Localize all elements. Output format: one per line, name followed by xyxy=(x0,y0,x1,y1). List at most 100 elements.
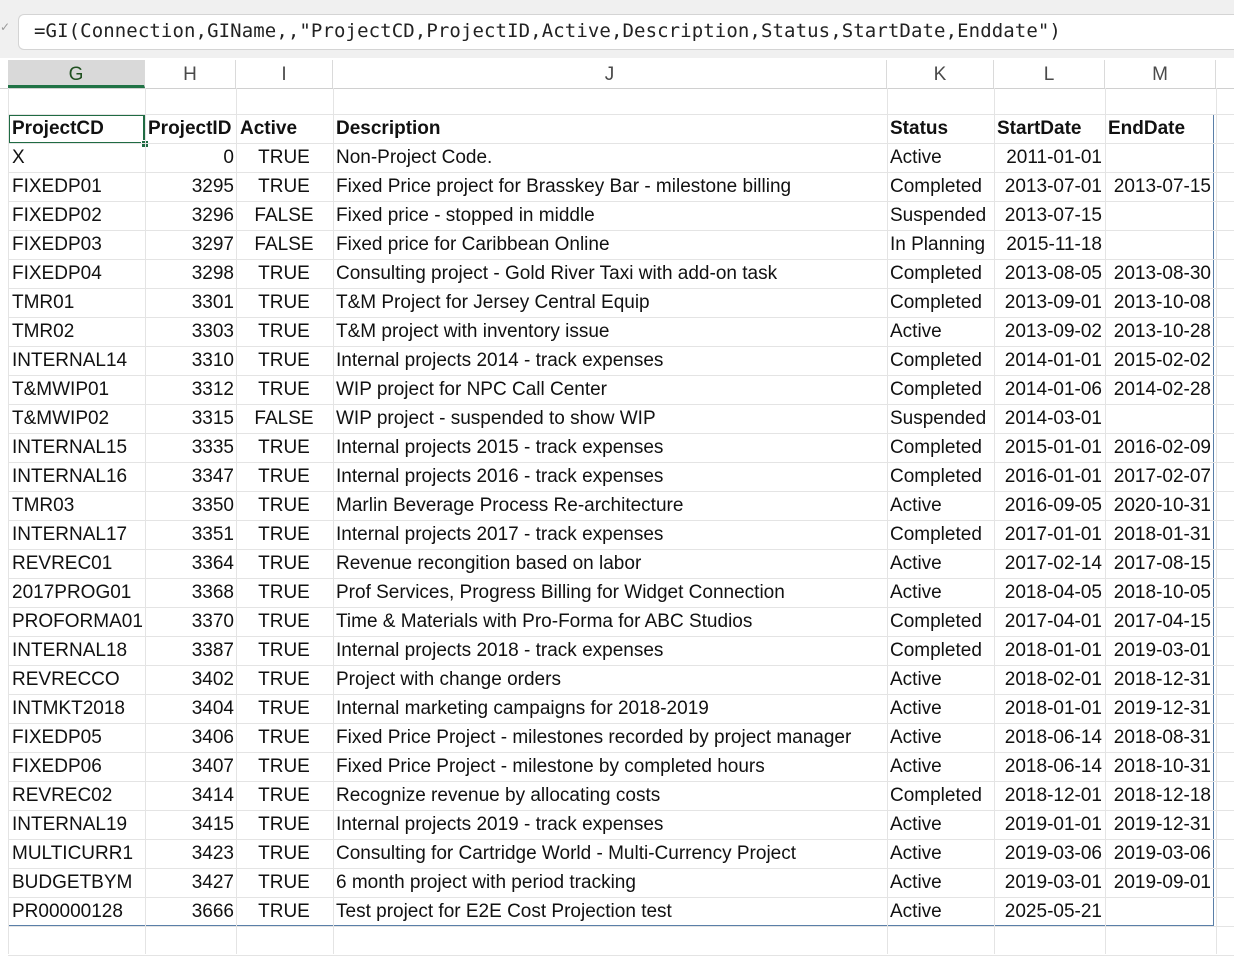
cell-projectid[interactable]: 3415 xyxy=(145,810,234,839)
cell-description[interactable]: Internal projects 2017 - track expenses xyxy=(336,520,886,549)
cell-active[interactable]: FALSE xyxy=(236,201,332,230)
cell-projectid[interactable]: 3402 xyxy=(145,665,234,694)
cell-active[interactable]: TRUE xyxy=(236,375,332,404)
cell-projectcd[interactable]: INTERNAL18 xyxy=(12,636,144,665)
cell-projectcd[interactable]: INTMKT2018 xyxy=(12,694,144,723)
cell-description[interactable]: Revenue recongition based on labor xyxy=(336,549,886,578)
cell-enddate[interactable]: 2017-04-15 xyxy=(1105,607,1213,636)
cell-description[interactable]: Recognize revenue by allocating costs xyxy=(336,781,886,810)
cell-status[interactable]: Suspended xyxy=(890,201,993,230)
cell-description[interactable]: Fixed price - stopped in middle xyxy=(336,201,886,230)
cell-status[interactable]: Suspended xyxy=(890,404,993,433)
cell-startdate[interactable]: 2018-02-01 xyxy=(994,665,1104,694)
cell-startdate[interactable]: 2015-11-18 xyxy=(994,230,1104,259)
cell-startdate[interactable]: 2025-05-21 xyxy=(994,897,1104,926)
cell-active[interactable]: TRUE xyxy=(236,752,332,781)
cell-enddate[interactable]: 2014-02-28 xyxy=(1105,375,1213,404)
cell-status[interactable]: In Planning xyxy=(890,230,993,259)
cell-status[interactable]: Active xyxy=(890,665,993,694)
cell-startdate[interactable]: 2018-01-01 xyxy=(994,694,1104,723)
cell-description[interactable]: Fixed Price Project - milestone by compl… xyxy=(336,752,886,781)
cell-startdate[interactable]: 2013-07-15 xyxy=(994,201,1104,230)
cell-projectid[interactable]: 3351 xyxy=(145,520,234,549)
cell-enddate[interactable]: 2013-08-30 xyxy=(1105,259,1213,288)
cell-projectid[interactable]: 3310 xyxy=(145,346,234,375)
cell-enddate[interactable]: 2018-10-31 xyxy=(1105,752,1213,781)
cell-description[interactable]: 6 month project with period tracking xyxy=(336,868,886,897)
cell-projectcd[interactable]: TMR03 xyxy=(12,491,144,520)
cell-status[interactable]: Active xyxy=(890,578,993,607)
cell-projectcd[interactable]: 2017PROG01 xyxy=(12,578,144,607)
cell-projectid[interactable]: 3301 xyxy=(145,288,234,317)
cell-enddate[interactable] xyxy=(1105,897,1213,926)
cell-status[interactable]: Completed xyxy=(890,172,993,201)
cell-enddate[interactable] xyxy=(1105,404,1213,433)
cell-startdate[interactable]: 2013-09-01 xyxy=(994,288,1104,317)
column-header-l[interactable]: L xyxy=(994,60,1105,88)
cell-projectcd[interactable]: FIXEDP02 xyxy=(12,201,144,230)
cell-description[interactable]: Internal projects 2014 - track expenses xyxy=(336,346,886,375)
column-header-g[interactable]: G xyxy=(8,60,145,88)
cell-description[interactable]: Consulting project - Gold River Taxi wit… xyxy=(336,259,886,288)
header-cell-active[interactable]: Active xyxy=(240,114,336,143)
cell-active[interactable]: TRUE xyxy=(236,491,332,520)
cell-active[interactable]: TRUE xyxy=(236,346,332,375)
cell-projectid[interactable]: 3407 xyxy=(145,752,234,781)
cell-status[interactable]: Completed xyxy=(890,259,993,288)
cell-enddate[interactable]: 2013-07-15 xyxy=(1105,172,1213,201)
cell-status[interactable]: Active xyxy=(890,897,993,926)
formula-bar-chevron-icon[interactable]: ✓ xyxy=(0,20,10,44)
column-header-j[interactable]: J xyxy=(333,60,887,88)
cell-enddate[interactable]: 2018-08-31 xyxy=(1105,723,1213,752)
cell-projectcd[interactable]: T&MWIP01 xyxy=(12,375,144,404)
cell-projectid[interactable]: 3297 xyxy=(145,230,234,259)
cell-description[interactable]: WIP project for NPC Call Center xyxy=(336,375,886,404)
cell-status[interactable]: Completed xyxy=(890,375,993,404)
cell-description[interactable]: T&M Project for Jersey Central Equip xyxy=(336,288,886,317)
cell-startdate[interactable]: 2017-01-01 xyxy=(994,520,1104,549)
cell-description[interactable]: WIP project - suspended to show WIP xyxy=(336,404,886,433)
cell-active[interactable]: TRUE xyxy=(236,172,332,201)
cell-projectid[interactable]: 3298 xyxy=(145,259,234,288)
cell-active[interactable]: TRUE xyxy=(236,259,332,288)
cell-startdate[interactable]: 2018-06-14 xyxy=(994,752,1104,781)
cell-active[interactable]: TRUE xyxy=(236,288,332,317)
cell-projectcd[interactable]: REVREC02 xyxy=(12,781,144,810)
cell-projectcd[interactable]: FIXEDP01 xyxy=(12,172,144,201)
cell-enddate[interactable]: 2013-10-08 xyxy=(1105,288,1213,317)
header-cell-enddate[interactable]: EndDate xyxy=(1108,114,1216,143)
cell-active[interactable]: TRUE xyxy=(236,868,332,897)
cell-projectcd[interactable]: INTERNAL17 xyxy=(12,520,144,549)
cell-enddate[interactable] xyxy=(1105,230,1213,259)
cell-status[interactable]: Completed xyxy=(890,781,993,810)
cell-active[interactable]: TRUE xyxy=(236,810,332,839)
cell-projectcd[interactable]: FIXEDP05 xyxy=(12,723,144,752)
cell-enddate[interactable]: 2019-12-31 xyxy=(1105,694,1213,723)
cell-projectcd[interactable]: INTERNAL19 xyxy=(12,810,144,839)
cell-projectcd[interactable]: FIXEDP03 xyxy=(12,230,144,259)
column-header-next[interactable] xyxy=(1216,60,1234,88)
header-cell-projectid[interactable]: ProjectID xyxy=(148,114,237,143)
cell-status[interactable]: Active xyxy=(890,839,993,868)
cell-projectid[interactable]: 3295 xyxy=(145,172,234,201)
cell-startdate[interactable]: 2019-03-01 xyxy=(994,868,1104,897)
cell-projectid[interactable]: 3404 xyxy=(145,694,234,723)
cell-description[interactable]: Internal projects 2015 - track expenses xyxy=(336,433,886,462)
cell-projectcd[interactable]: FIXEDP04 xyxy=(12,259,144,288)
cell-active[interactable]: TRUE xyxy=(236,694,332,723)
cell-startdate[interactable]: 2015-01-01 xyxy=(994,433,1104,462)
header-cell-startdate[interactable]: StartDate xyxy=(997,114,1107,143)
cell-active[interactable]: TRUE xyxy=(236,839,332,868)
cell-status[interactable]: Active xyxy=(890,868,993,897)
cell-description[interactable]: Fixed Price Project - milestones recorde… xyxy=(336,723,886,752)
cell-active[interactable]: TRUE xyxy=(236,317,332,346)
cell-projectcd[interactable]: TMR01 xyxy=(12,288,144,317)
cell-projectid[interactable]: 3312 xyxy=(145,375,234,404)
cell-enddate[interactable]: 2018-12-18 xyxy=(1105,781,1213,810)
cell-projectcd[interactable]: INTERNAL16 xyxy=(12,462,144,491)
cell-active[interactable]: TRUE xyxy=(236,433,332,462)
cell-active[interactable]: TRUE xyxy=(236,143,332,172)
cell-startdate[interactable]: 2013-09-02 xyxy=(994,317,1104,346)
cell-startdate[interactable]: 2013-08-05 xyxy=(994,259,1104,288)
cell-active[interactable]: TRUE xyxy=(236,665,332,694)
